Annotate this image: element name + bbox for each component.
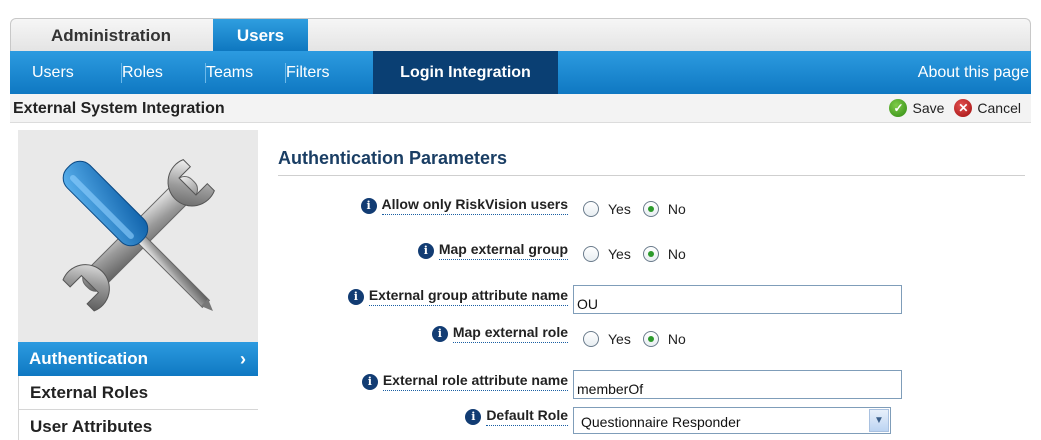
- chevron-right-icon: ›: [240, 349, 246, 369]
- x-circle-icon: ✕: [954, 99, 973, 117]
- no-label: No: [667, 201, 686, 217]
- no-label: No: [667, 246, 686, 262]
- no-label: No: [667, 331, 686, 347]
- about-this-page-link[interactable]: About this page: [918, 51, 1029, 94]
- allow-only-riskvision-radio-group: Yes No: [583, 201, 698, 217]
- page-title: External System Integration: [13, 100, 225, 117]
- map-external-role-radio-group: Yes No: [583, 331, 698, 347]
- sidebar-item-label: Authentication: [29, 349, 148, 368]
- map-external-role-no-radio[interactable]: [642, 331, 659, 347]
- left-column: Authentication › External Roles User Att…: [18, 130, 258, 440]
- save-button[interactable]: ✓ Save: [889, 99, 944, 117]
- external-group-attribute-input[interactable]: [573, 285, 902, 314]
- yes-label: Yes: [608, 201, 631, 217]
- subtab-users[interactable]: Users: [32, 51, 74, 94]
- yes-label: Yes: [608, 246, 631, 262]
- map-external-role-yes-radio[interactable]: [583, 331, 599, 347]
- allow-only-riskvision-label: i Allow only RiskVision users: [360, 196, 568, 215]
- info-icon[interactable]: i: [417, 242, 434, 259]
- tools-illustration-icon: [18, 130, 258, 342]
- page-header: External System Integration ✓ Save ✕ Can…: [10, 94, 1031, 123]
- info-icon[interactable]: i: [465, 408, 482, 425]
- tab-users[interactable]: Users: [213, 19, 308, 52]
- subtab-teams[interactable]: Teams: [204, 51, 253, 94]
- check-circle-icon: ✓: [889, 99, 908, 117]
- cancel-label: Cancel: [977, 100, 1021, 116]
- default-role-select[interactable]: Questionnaire Responder ▼: [573, 407, 891, 434]
- sidebar-item-authentication[interactable]: Authentication ›: [18, 342, 258, 376]
- sidebar-item-label: External Roles: [30, 383, 149, 402]
- external-role-attribute-input[interactable]: [573, 370, 902, 399]
- info-icon[interactable]: i: [347, 288, 364, 305]
- info-icon[interactable]: i: [431, 325, 448, 342]
- map-external-group-label: i Map external group: [417, 241, 568, 260]
- info-icon[interactable]: i: [361, 373, 378, 390]
- sub-navigation: Users Roles Teams Filters Login Integrat…: [10, 51, 1031, 94]
- default-role-label: i Default Role: [465, 407, 568, 426]
- tab-administration[interactable]: Administration: [11, 19, 211, 52]
- sidebar-item-label: User Attributes: [30, 417, 153, 436]
- cancel-button[interactable]: ✕ Cancel: [954, 99, 1021, 117]
- section-title: Authentication Parameters: [278, 148, 508, 168]
- external-role-attribute-label: i External role attribute name: [361, 372, 568, 391]
- sidebar-item-user-attributes[interactable]: User Attributes: [18, 410, 258, 440]
- map-external-role-label: i Map external role: [431, 324, 568, 343]
- map-external-group-radio-group: Yes No: [583, 246, 698, 262]
- allow-only-riskvision-no-radio[interactable]: [642, 201, 659, 217]
- allow-only-riskvision-yes-radio[interactable]: [583, 201, 599, 217]
- default-role-value: Questionnaire Responder: [581, 414, 741, 430]
- map-external-group-no-radio[interactable]: [642, 246, 659, 262]
- chevron-down-icon[interactable]: ▼: [869, 409, 889, 432]
- sidebar-item-external-roles[interactable]: External Roles: [18, 376, 258, 410]
- info-icon[interactable]: i: [360, 197, 377, 214]
- section-divider: [278, 175, 1025, 176]
- header-actions: ✓ Save ✕ Cancel: [889, 98, 1021, 118]
- yes-label: Yes: [608, 331, 631, 347]
- map-external-group-yes-radio[interactable]: [583, 246, 599, 262]
- top-tab-strip: Administration Users: [10, 18, 1031, 52]
- subtab-filters[interactable]: Filters: [285, 51, 330, 94]
- subtab-login-integration[interactable]: Login Integration: [373, 51, 558, 94]
- external-group-attribute-label: i External group attribute name: [347, 287, 568, 306]
- subtab-roles[interactable]: Roles: [121, 51, 163, 94]
- save-label: Save: [912, 100, 945, 116]
